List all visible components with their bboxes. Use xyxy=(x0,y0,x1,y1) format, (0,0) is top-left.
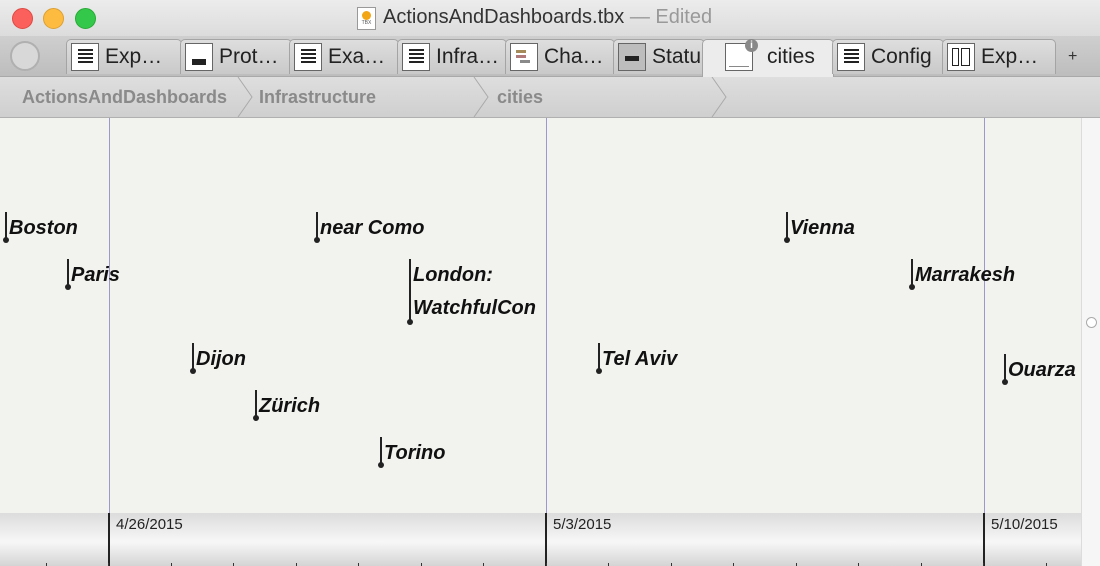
breadcrumb-separator-icon xyxy=(711,77,727,117)
dashboard-grid-icon xyxy=(947,43,975,71)
scroll-knob[interactable] xyxy=(1086,317,1097,328)
event-label: Ouarza xyxy=(1008,359,1076,381)
event-label: Boston xyxy=(9,217,78,239)
axis-label-5-3-2015: 5/3/2015 xyxy=(553,516,612,533)
timeline-view[interactable]: Boston Paris near Como London: WatchfulC… xyxy=(0,118,1081,566)
tab-label: Infra… xyxy=(436,45,500,68)
breadcrumb-separator-icon xyxy=(237,77,253,117)
tab-bar: Exp… Prot… Exa… Infra… Cha… Statu cities… xyxy=(0,36,1100,77)
axis-label-5-10-2015: 5/10/2015 xyxy=(991,516,1058,533)
tab-infra[interactable]: Infra… xyxy=(397,39,507,74)
title-bar: TBX ActionsAndDashboards.tbx — Edited xyxy=(0,0,1100,36)
event-label: Tel Aviv xyxy=(602,348,678,370)
axis-major-tick xyxy=(983,513,985,566)
tab-label: Exp… xyxy=(105,45,163,68)
tab-label: Config xyxy=(871,45,932,68)
breadcrumb-item-actionsanddashboards[interactable]: ActionsAndDashboards xyxy=(22,87,244,108)
axis-label-4-26-2015: 4/26/2015 xyxy=(116,516,183,533)
outline-note-icon xyxy=(294,43,322,71)
progress-bar-icon xyxy=(185,43,213,71)
outline-note-icon xyxy=(402,43,430,71)
document-icon[interactable]: TBX xyxy=(357,7,376,30)
close-window-button[interactable] xyxy=(12,8,33,29)
event-label-line2: WatchfulCon xyxy=(413,297,536,319)
maximize-window-button[interactable] xyxy=(75,8,96,29)
outline-note-icon xyxy=(71,43,99,71)
breadcrumb-item-infrastructure[interactable]: Infrastructure xyxy=(259,87,479,108)
tab-exa[interactable]: Exa… xyxy=(289,39,399,74)
tab-exp-1[interactable]: Exp… xyxy=(66,39,182,74)
axis-major-tick xyxy=(545,513,547,566)
event-label: Torino xyxy=(384,442,446,464)
window-title: ActionsAndDashboards.tbx — Edited xyxy=(383,6,712,29)
outline-note-icon xyxy=(837,43,865,71)
axis-major-tick xyxy=(108,513,110,566)
time-axis[interactable]: 4/26/2015 5/3/2015 5/10/2015 xyxy=(0,513,1081,566)
tab-prot[interactable]: Prot… xyxy=(180,39,292,74)
breadcrumb: ActionsAndDashboards Infrastructure citi… xyxy=(0,77,1100,118)
add-tab-button[interactable]: + xyxy=(1068,48,1077,66)
minimize-window-button[interactable] xyxy=(43,8,64,29)
tab-label: Statu xyxy=(652,45,702,68)
tab-label: Exp… xyxy=(981,45,1039,68)
document-name: ActionsAndDashboards.tbx xyxy=(383,6,625,28)
status-icon xyxy=(618,43,646,71)
chart-icon xyxy=(510,43,538,71)
tab-cha[interactable]: Cha… xyxy=(505,39,615,74)
event-label: Dijon xyxy=(196,348,246,370)
breadcrumb-separator-icon xyxy=(473,77,489,117)
vertical-scrollbar[interactable] xyxy=(1081,118,1100,566)
tab-label: Exa… xyxy=(328,45,386,68)
title-separator: — xyxy=(629,6,650,28)
tab-status[interactable]: Statu xyxy=(613,39,705,74)
event-label: near Como xyxy=(320,217,425,239)
tab-exp-2[interactable]: Exp… xyxy=(942,39,1056,74)
event-label: Zürich xyxy=(259,395,321,417)
tab-cities[interactable]: cities xyxy=(702,39,834,77)
toolbar-circle-button[interactable] xyxy=(10,41,40,71)
edited-status: Edited xyxy=(655,6,713,28)
event-label: Marrakesh xyxy=(915,264,1016,286)
breadcrumb-item-cities[interactable]: cities xyxy=(497,87,717,108)
week-gridline xyxy=(546,118,547,513)
event-label: Paris xyxy=(71,264,120,286)
week-gridline xyxy=(109,118,110,513)
tab-label: cities xyxy=(767,45,815,68)
document-icon-text: TBX xyxy=(361,20,372,26)
tab-config[interactable]: Config xyxy=(832,39,944,74)
tab-label: Prot… xyxy=(219,45,279,68)
week-gridline xyxy=(984,118,985,513)
event-label: Vienna xyxy=(790,217,855,239)
tab-label: Cha… xyxy=(544,45,604,68)
info-icon[interactable]: i xyxy=(745,39,758,52)
event-label: London: xyxy=(413,264,493,286)
